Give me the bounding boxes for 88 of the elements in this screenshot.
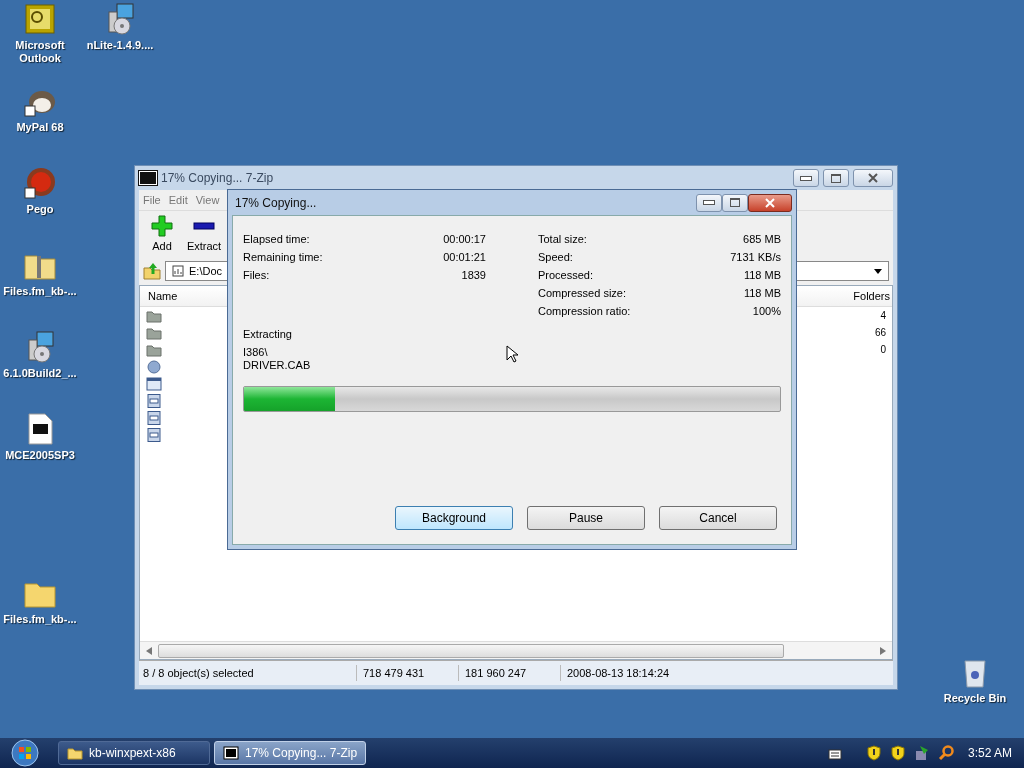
stat-value: 7131 KB/s — [730, 251, 781, 263]
scroll-right-icon[interactable] — [880, 646, 886, 655]
minimize-icon — [800, 175, 812, 181]
stat-label: Compressed size: — [538, 287, 627, 299]
file-path: DRIVER.CAB — [243, 359, 311, 372]
dialog-title: 17% Copying... — [235, 195, 317, 210]
icon-label: Microsoft Outlook — [14, 39, 66, 65]
document-icon — [146, 393, 162, 408]
document-icon — [146, 427, 162, 442]
status-cell: 8 / 8 object(s) selected — [139, 665, 357, 681]
minimize-button[interactable] — [696, 193, 722, 212]
icon-label: MCE2005SP3 — [4, 449, 76, 462]
folder-icon — [67, 746, 83, 760]
close-icon — [765, 197, 775, 208]
mouse-cursor-icon — [506, 345, 518, 363]
stat-value: 00:01:21 — [443, 251, 486, 263]
stat-value: 1839 — [461, 269, 486, 281]
status-cell-text: 2008-08-13 18:14:24 — [566, 666, 671, 681]
column-header[interactable]: Name — [140, 290, 186, 302]
start-button[interactable] — [10, 738, 40, 768]
status-cell: 718 479 431 — [357, 665, 459, 681]
ball-icon[interactable] — [23, 166, 57, 200]
table-cell: 66 — [874, 327, 886, 338]
table-cell: 0 — [880, 344, 886, 355]
dialog-button[interactable]: Pause — [527, 506, 645, 530]
close-icon — [868, 173, 878, 183]
stat-value: 118 MB — [743, 269, 781, 281]
dialog-button[interactable]: Background — [395, 506, 513, 530]
scroll-left-icon[interactable] — [146, 646, 152, 655]
menu-item[interactable]: View — [191, 194, 224, 206]
menu-item[interactable]: Edit — [164, 194, 192, 206]
app-icon — [223, 746, 239, 760]
scrollbar-thumb[interactable] — [158, 643, 784, 658]
outlook-icon[interactable] — [23, 2, 57, 36]
table-cell: 4 — [880, 310, 886, 321]
file-path: I386\ — [243, 346, 268, 359]
window-title: 17% Copying... 7-Zip — [161, 171, 274, 185]
window-icon — [146, 376, 162, 391]
stat-label: Files: — [243, 269, 270, 281]
dropdown-icon[interactable] — [874, 268, 882, 274]
chart-file-icon — [172, 265, 184, 277]
icon-label: Recycle Bin — [942, 692, 1008, 705]
folder-icon — [146, 342, 162, 357]
app-icon — [139, 171, 157, 185]
search-icon[interactable] — [937, 745, 954, 761]
dialog-button[interactable]: Cancel — [659, 506, 777, 530]
close-button[interactable] — [853, 169, 893, 187]
toolbar-button[interactable]: Add — [143, 215, 181, 255]
minimize-button[interactable] — [793, 169, 819, 187]
document-icon — [146, 410, 162, 425]
icon-label: Files.fm_kb-... — [2, 613, 78, 626]
stat-value: 685 MB — [743, 233, 781, 245]
action-label: Extracting — [243, 328, 293, 340]
folder-up-icon[interactable] — [143, 262, 161, 280]
clock: 3:52 AM — [967, 746, 1012, 760]
stat-label: Speed: — [538, 251, 573, 263]
icon-label: 6.1.0Build2_... — [2, 367, 78, 380]
status-cell: 181 960 247 — [459, 665, 561, 681]
stat-label: Elapsed time: — [243, 233, 310, 245]
close-button[interactable] — [748, 193, 792, 212]
toolbar-button[interactable]: Extract — [185, 215, 223, 255]
taskbar-button[interactable]: kb-winxpext-x86 — [58, 741, 210, 765]
maximize-icon — [730, 198, 740, 207]
icon-label: MyPal 68 — [15, 121, 65, 134]
icon-label: nLite-1.4.9.... — [85, 39, 155, 52]
stat-label: Remaining time: — [243, 251, 323, 263]
folder-icon — [146, 325, 162, 340]
stat-label: Total size: — [538, 233, 587, 245]
maximize-button[interactable] — [722, 193, 748, 212]
maximize-icon — [831, 173, 841, 183]
keyboard-icon[interactable] — [827, 746, 842, 760]
disc-icon — [146, 359, 162, 374]
shield-icon[interactable] — [889, 745, 906, 761]
stat-value: 100% — [752, 305, 781, 317]
stat-label: Compression ratio: — [538, 305, 631, 317]
icon-label: Files.fm_kb-... — [2, 285, 78, 298]
menu-item[interactable]: File — [139, 194, 165, 206]
stat-label: Processed: — [538, 269, 594, 281]
stat-value: 00:00:17 — [443, 233, 486, 245]
plus-icon — [151, 215, 173, 237]
shield-icon[interactable] — [865, 745, 882, 761]
column-header[interactable]: Folders — [845, 290, 892, 302]
stat-value: 118 MB — [743, 287, 781, 299]
icon-label: Pego — [25, 203, 55, 216]
minimize-icon — [703, 200, 715, 205]
horizontal-scrollbar[interactable] — [140, 641, 892, 659]
maximize-button[interactable] — [823, 169, 849, 187]
network-icon[interactable] — [913, 745, 930, 761]
